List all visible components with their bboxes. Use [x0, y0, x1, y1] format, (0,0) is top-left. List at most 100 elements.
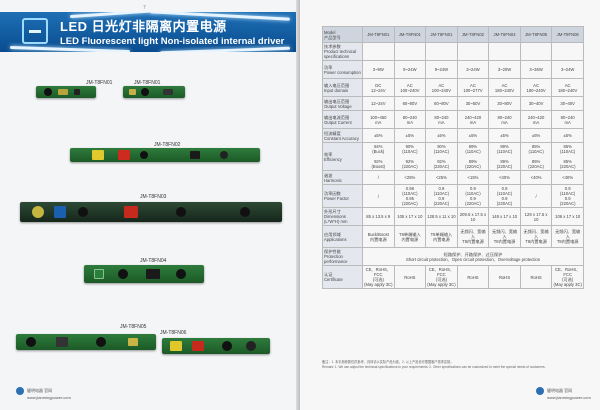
table-cell: CE、RoHS、FCC (可选) (May apply 3C)	[362, 265, 395, 289]
table-cell	[551, 42, 584, 61]
table-cell: <25%	[393, 170, 427, 185]
table-cell: 148 x 17 x 10	[488, 207, 521, 226]
table-cell: T8单端输入 内置电源	[425, 225, 458, 248]
table-cell: ±5%	[551, 128, 584, 143]
table-cell: 89% (110AC) 89% (220AC)	[488, 142, 521, 171]
table-header-cell: JM-T8FN05	[519, 26, 553, 43]
spec-table: Model 产品型号 JM-T8FN01 JM-T8FN01 JM-T8FN01 JM-…	[322, 26, 584, 289]
table-cell: 0.9 (110AC) 0.9 (220AC)	[425, 184, 458, 208]
driver-board-fn01a	[36, 86, 96, 98]
row-header: 输出电压范围 Output Voltage	[322, 96, 363, 111]
table-cell: 30~80V	[488, 96, 521, 111]
table-header-cell: JM-T8FN06	[551, 26, 584, 43]
table-row: 输出电流范围 Output Current 100~450 mA 80~240 mA…	[322, 110, 584, 129]
left-footer: 健明电器 官网 www.jianmingpower.com	[16, 387, 71, 400]
table-cell: 30~40V	[551, 96, 584, 111]
table-cell: AC 100~240V	[425, 78, 458, 97]
table-cell: ±5%	[425, 128, 458, 143]
table-cell: 84% (Buck) 92% (Boost)	[362, 142, 395, 171]
table-cell: 3~36W	[519, 60, 553, 79]
table-row: 输出电压范围 Output Voltage 12~24V 60~80V 60~80V 3…	[322, 96, 584, 111]
table-cell: 90% (110AC) 92% (220AC)	[393, 142, 427, 171]
table-cell: 80~240 mA	[551, 110, 584, 129]
table-header-cell: JM-T8FN02	[456, 26, 490, 43]
table-cell	[425, 42, 458, 61]
table-cell: 209.5 x 17.5 x 10	[456, 207, 490, 226]
table-cell: AC 100~277V	[456, 78, 490, 97]
table-cell: ±5%	[362, 128, 395, 143]
table-cell: CE、RoHS、FCC (可选) (May apply 3C)	[551, 265, 584, 289]
driver-board-fn03	[20, 202, 282, 222]
table-header-cell: JM-T8FN01	[393, 26, 427, 43]
row-header: 谐波 Harmonic	[322, 170, 363, 185]
table-cell: AC 180~240V	[551, 78, 584, 97]
page-title-en: LED Fluorescent light Non-isolated inter…	[60, 36, 285, 47]
table-cell: RoHS	[488, 265, 521, 289]
table-cell: /	[362, 170, 395, 185]
catalog-spread: 7 LED 日光灯非隔离内置电源 LED Fluorescent light N…	[0, 0, 600, 410]
table-cell	[456, 42, 490, 61]
table-cell: 105 x 17 x 10	[393, 207, 427, 226]
table-cell: 80~240 mA	[488, 110, 521, 129]
table-row: 效率 Efficiency 84% (Buck) 92% (Boost) 90% (…	[322, 142, 584, 171]
row-header: 应用领域 Applications	[322, 225, 363, 248]
table-header-model: Model 产品型号	[322, 26, 363, 43]
company-logo-icon	[16, 387, 24, 395]
table-cell: RoHS	[456, 265, 490, 289]
table-cell: 60~80V	[425, 96, 458, 111]
row-header: 认证 Certificate	[322, 265, 363, 289]
table-cell: T8单端输入 内置电源	[393, 225, 427, 248]
table-cell: 85% (110AC) 85% (220AC)	[519, 142, 553, 171]
table-header-cell: JM-T8FN01	[425, 26, 458, 43]
table-cell: <15%	[456, 170, 490, 185]
driver-board-fn04	[84, 265, 204, 283]
table-cell-wide: 短路保护、开路保护、过压保护 Short circuit protection、…	[362, 247, 584, 266]
table-cell	[519, 42, 553, 61]
table-cell: 无频闪、宽输入 T8内置电源	[551, 225, 584, 248]
product-label: JM-T8FN03	[140, 194, 167, 200]
table-cell: ±5%	[488, 128, 521, 143]
table-cell: ±5%	[393, 128, 427, 143]
table-row: 技术参数 Product technical specifications	[322, 42, 584, 61]
left-page: 7 LED 日光灯非隔离内置电源 LED Fluorescent light N…	[0, 0, 300, 410]
table-cell: /	[362, 184, 395, 208]
table-cell: 85 x 13.5 x 9	[362, 207, 395, 226]
table-cell: 90% (110AC) 92% (220AC)	[425, 142, 458, 171]
page-title-cn: LED 日光灯非隔离内置电源	[60, 19, 227, 34]
table-cell: 9~24W	[425, 60, 458, 79]
table-cell: RoHS	[519, 265, 553, 289]
company-logo-icon	[536, 387, 544, 395]
row-header: 功率因数 Power Factor	[322, 184, 363, 208]
row-header: 技术参数 Product technical specifications	[322, 42, 363, 61]
table-cell: 3~24W	[551, 60, 584, 79]
table-cell: /	[519, 184, 553, 208]
table-cell: CE、RoHS、FCC (可选) (May apply 3C)	[425, 265, 458, 289]
table-cell: 9~24W	[393, 60, 427, 79]
table-row: 保护性能 Protection performance 短路保护、开路保护、过压保…	[322, 247, 584, 266]
table-cell: <25%	[425, 170, 458, 185]
table-cell: Buck/Boost 内置电源	[362, 225, 395, 248]
table-row: 恒流精度 Constant Accuracy ±5% ±5% ±5% ±5% ±5% ±5%…	[322, 128, 584, 143]
footer-company: 健明电器 官网	[547, 388, 573, 394]
footer-company: 健明电器 官网	[27, 388, 53, 394]
table-row: 功率因数 Power Factor/0.98 (110AC) 0.95 (220…	[322, 184, 584, 208]
table-cell: 100~450 mA	[362, 110, 395, 129]
table-cell: 3~24W	[456, 60, 490, 79]
table-cell: 0.98 (110AC) 0.95 (220AC)	[393, 184, 427, 208]
table-cell: ±5%	[456, 128, 490, 143]
driver-board-fn06	[162, 338, 270, 354]
table-cell: 无频闪、宽输入 T8内置电源	[488, 225, 521, 248]
table-cell: 无频闪、宽输入 T8内置电源	[456, 225, 490, 248]
row-header: 恒流精度 Constant Accuracy	[322, 128, 363, 143]
table-header-cell: JM-T8FN04	[488, 26, 521, 43]
table-cell	[488, 42, 521, 61]
table-cell	[393, 42, 427, 61]
table-row: 输入电压范围 Input domain DC 12~24V AC 100~240V A…	[322, 78, 584, 97]
table-cell	[362, 42, 395, 61]
table-cell: AC 180~240V	[488, 78, 521, 97]
table-cell: 240~420 mA	[456, 110, 490, 129]
table-cell: 3~9W	[362, 60, 395, 79]
row-header: 输出电流范围 Output Current	[322, 110, 363, 129]
table-cell: <40%	[551, 170, 584, 185]
table-notes: 备注：1. 本手册参数仅供参考，具体请以实际产品为准。2. 以上产品也可根据客户…	[322, 360, 584, 369]
